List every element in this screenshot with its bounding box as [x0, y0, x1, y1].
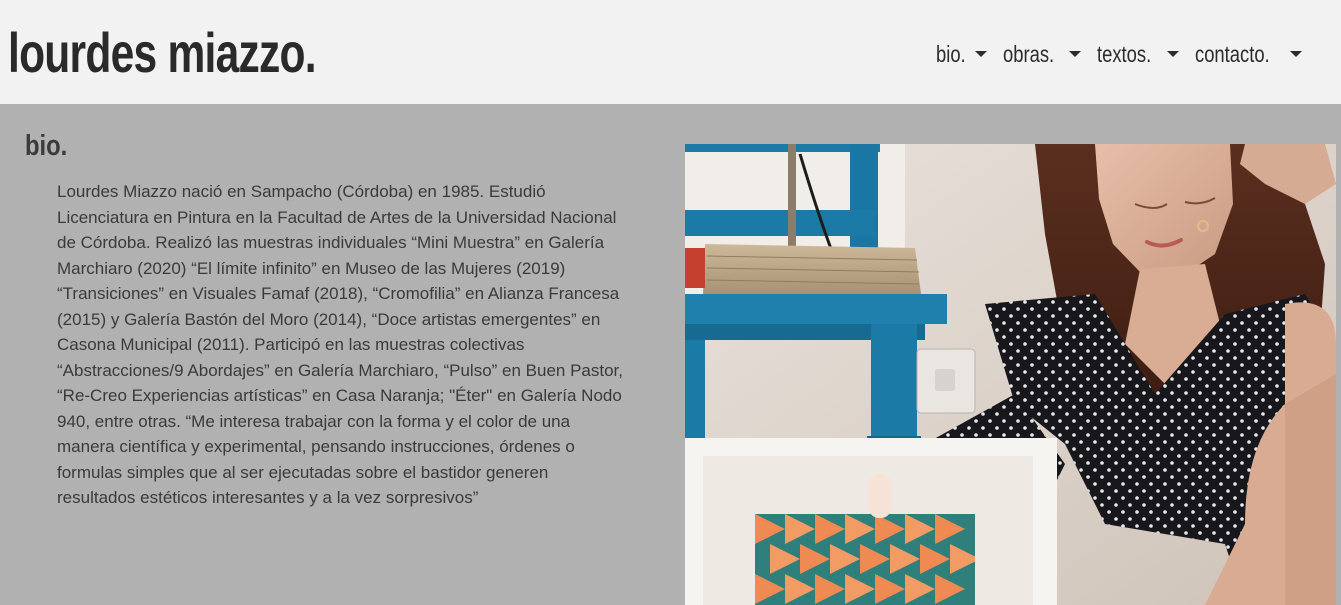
- nav-label: contacto.: [1194, 40, 1270, 67]
- caret-down-icon: [1166, 51, 1179, 57]
- nav-item-contacto[interactable]: contacto.: [1187, 41, 1310, 68]
- artist-photo: [685, 144, 1336, 605]
- caret-down-icon: [1069, 51, 1082, 57]
- nav-item-bio[interactable]: bio.: [928, 41, 995, 68]
- nav-item-obras[interactable]: obras.: [995, 41, 1089, 68]
- nav-label: obras.: [1003, 40, 1055, 67]
- site-header: lourdes miazzo. bio. obras. textos. cont…: [0, 0, 1341, 104]
- nav-label: bio.: [936, 40, 966, 67]
- bio-text: Lourdes Miazzo nació en Sampacho (Córdob…: [57, 182, 624, 507]
- caret-down-icon: [975, 51, 988, 57]
- site-title-link[interactable]: lourdes miazzo.: [8, 20, 317, 86]
- caret-down-icon: [1290, 51, 1303, 57]
- section-title: bio.: [25, 130, 68, 162]
- main-nav: bio. obras. textos. contacto.: [928, 38, 1310, 70]
- nav-label: textos.: [1097, 40, 1152, 67]
- nav-item-textos[interactable]: textos.: [1089, 41, 1187, 68]
